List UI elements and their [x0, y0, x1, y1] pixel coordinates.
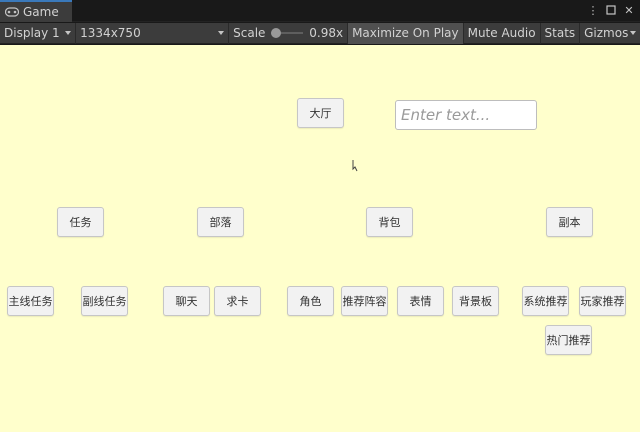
- character-button[interactable]: 角色: [287, 286, 334, 316]
- chevron-down-icon: [629, 30, 636, 35]
- hot-recommend-button[interactable]: 热门推荐: [545, 325, 592, 355]
- tab-bar: Game ⋮ ✕: [0, 0, 640, 22]
- scale-slider-thumb[interactable]: [271, 28, 282, 38]
- background-board-button[interactable]: 背景板: [452, 286, 499, 316]
- gamepad-icon: [5, 7, 19, 17]
- text-input[interactable]: [401, 106, 536, 124]
- seek-card-button[interactable]: 求卡: [214, 286, 261, 316]
- resolution-label: 1334x750: [80, 26, 141, 40]
- recommend-lineup-button[interactable]: 推荐阵容: [341, 286, 388, 316]
- system-recommend-button[interactable]: 系统推荐: [522, 286, 569, 316]
- side-quest-button[interactable]: 副线任务: [81, 286, 128, 316]
- chevron-down-icon: [218, 30, 225, 35]
- mute-audio-label: Mute Audio: [467, 26, 536, 40]
- gizmos-dropdown[interactable]: Gizmos: [580, 23, 640, 44]
- maximize-icon[interactable]: [604, 3, 618, 17]
- tab-label: Game: [23, 5, 59, 19]
- scale-value: 0.98x: [309, 26, 344, 40]
- maximize-on-play-label: Maximize On Play: [352, 26, 459, 40]
- mouse-cursor-icon: [352, 160, 358, 172]
- player-recommend-button[interactable]: 玩家推荐: [579, 286, 626, 316]
- stats-toggle[interactable]: Stats: [541, 23, 580, 44]
- scale-slider[interactable]: [271, 28, 304, 38]
- chat-button[interactable]: 聊天: [163, 286, 210, 316]
- display-label: Display 1: [4, 26, 60, 40]
- scale-label: Scale: [233, 26, 266, 40]
- emote-button[interactable]: 表情: [397, 286, 444, 316]
- more-icon[interactable]: ⋮: [586, 3, 600, 17]
- game-view: 大厅 任务 部落 背包 副本 主线任务 副线任务 聊天 求卡 角色 推荐阵容 表…: [0, 45, 640, 432]
- main-quest-button[interactable]: 主线任务: [7, 286, 54, 316]
- game-toolbar: Display 1 1334x750 Scale 0.98x Maximize …: [0, 22, 640, 44]
- tribe-button[interactable]: 部落: [197, 207, 244, 237]
- window-controls: ⋮ ✕: [586, 3, 640, 17]
- scale-control: Scale 0.98x: [229, 23, 347, 44]
- dungeon-button[interactable]: 副本: [546, 207, 593, 237]
- stats-label: Stats: [544, 26, 576, 40]
- tab-game[interactable]: Game: [0, 0, 72, 22]
- mute-audio-toggle[interactable]: Mute Audio: [464, 23, 540, 44]
- backpack-button[interactable]: 背包: [366, 207, 413, 237]
- task-button[interactable]: 任务: [57, 207, 104, 237]
- text-input-field[interactable]: [395, 100, 537, 130]
- maximize-on-play-toggle[interactable]: Maximize On Play: [348, 22, 463, 44]
- display-dropdown[interactable]: Display 1: [0, 23, 75, 44]
- close-icon[interactable]: ✕: [622, 3, 636, 17]
- chevron-down-icon: [65, 30, 72, 35]
- resolution-dropdown[interactable]: 1334x750: [76, 23, 228, 44]
- lobby-button[interactable]: 大厅: [297, 98, 344, 128]
- gizmos-label: Gizmos: [584, 26, 629, 40]
